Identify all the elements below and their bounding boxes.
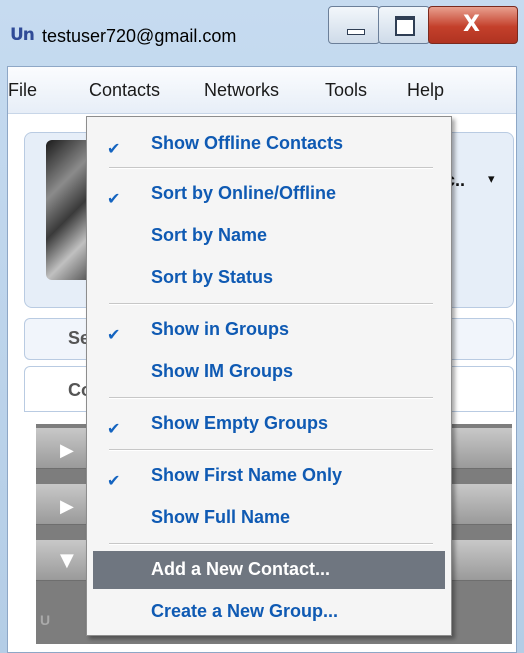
menu-item-label: Sort by Status <box>151 267 274 287</box>
menu-item-label: Show First Name Only <box>151 465 343 485</box>
checkmark-icon: ✔ <box>107 471 121 490</box>
menu-tools[interactable]: Tools <box>325 80 367 101</box>
minimize-icon <box>347 29 365 35</box>
contacts-menu-dropdown: ✔ Show Offline Contacts ✔ Sort by Online… <box>86 116 452 636</box>
close-icon: X <box>463 12 480 37</box>
expand-arrow-icon[interactable]: ▶ <box>60 496 74 517</box>
menu-separator <box>109 543 433 545</box>
menu-item-sort-by-name[interactable]: Sort by Name <box>87 217 451 255</box>
menu-item-show-empty-groups[interactable]: ✔ Show Empty Groups <box>87 405 451 443</box>
checkmark-icon: ✔ <box>107 139 121 158</box>
menu-item-label: Sort by Online/Offline <box>151 183 337 203</box>
menu-networks[interactable]: Networks <box>204 80 279 101</box>
chevron-down-icon[interactable]: ▾ <box>488 172 495 187</box>
menu-help[interactable]: Help <box>407 80 444 101</box>
menu-separator <box>109 449 433 451</box>
menu-item-label: Sort by Name <box>151 225 268 245</box>
menu-item-show-in-groups[interactable]: ✔ Show in Groups <box>87 311 451 349</box>
minimize-button[interactable] <box>328 6 380 44</box>
maximize-icon <box>395 16 415 36</box>
menu-item-label: Create a New Group... <box>151 601 339 621</box>
menu-item-show-offline-contacts[interactable]: ✔ Show Offline Contacts <box>87 125 451 163</box>
menu-item-label: Show IM Groups <box>151 361 293 381</box>
expand-arrow-icon[interactable]: ▶ <box>60 440 74 461</box>
menu-item-label: Add a New Contact... <box>151 559 331 579</box>
menu-item-label: Show Offline Contacts <box>151 133 344 153</box>
close-button[interactable]: X <box>428 6 518 44</box>
menu-separator <box>109 303 433 305</box>
menu-separator <box>109 397 433 399</box>
checkmark-icon: ✔ <box>107 189 121 208</box>
menu-file[interactable]: File <box>8 80 37 101</box>
menu-item-label: Show Empty Groups <box>151 413 329 433</box>
menu-item-label: Show Full Name <box>151 507 291 527</box>
checkmark-icon: ✔ <box>107 325 121 344</box>
maximize-button[interactable] <box>378 6 430 44</box>
menu-item-show-first-name-only[interactable]: ✔ Show First Name Only <box>87 457 451 495</box>
app-window: Un testuser720@gmail.com X File Contacts… <box>0 0 524 653</box>
menu-item-show-full-name[interactable]: Show Full Name <box>87 499 451 537</box>
menu-item-show-im-groups[interactable]: Show IM Groups <box>87 353 451 391</box>
menu-bar: File Contacts Networks Tools Help <box>8 67 516 114</box>
menu-item-sort-online-offline[interactable]: ✔ Sort by Online/Offline <box>87 175 451 213</box>
menu-item-add-new-contact[interactable]: Add a New Contact... <box>93 551 445 589</box>
menu-item-create-new-group[interactable]: Create a New Group... <box>87 593 451 631</box>
title-bar[interactable]: Un testuser720@gmail.com X <box>0 0 524 66</box>
checkmark-icon: ✔ <box>107 419 121 438</box>
app-logo-icon: Un <box>10 25 35 45</box>
window-title: testuser720@gmail.com <box>42 26 237 46</box>
menu-item-label: Show in Groups <box>151 319 289 339</box>
menu-separator <box>109 167 433 169</box>
menu-contacts[interactable]: Contacts <box>89 80 160 101</box>
menu-item-sort-by-status[interactable]: Sort by Status <box>87 259 451 297</box>
collapse-arrow-icon[interactable]: ▼ <box>60 550 74 571</box>
list-item[interactable]: U <box>40 612 50 628</box>
